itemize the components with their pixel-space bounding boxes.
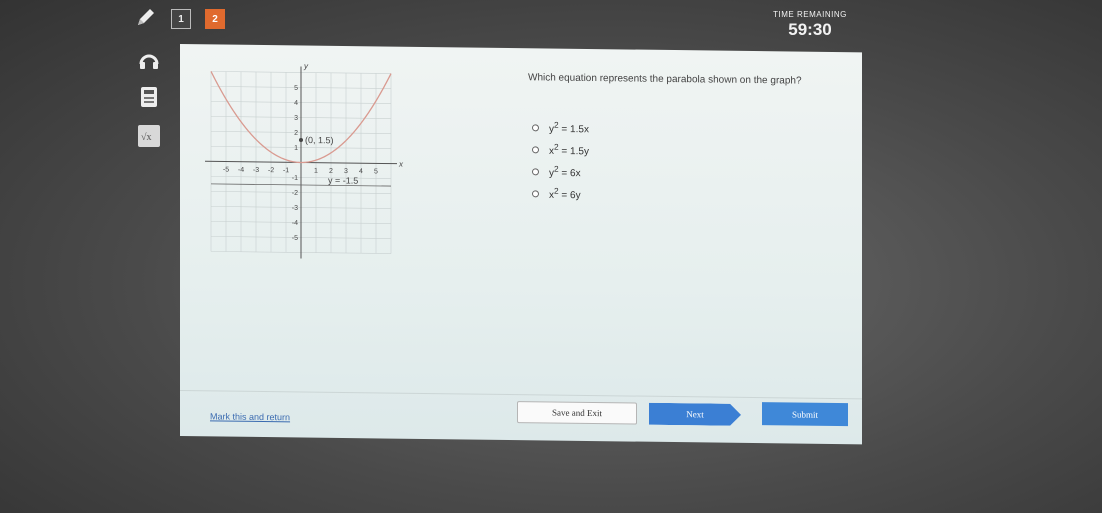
answer-options: y2 = 1.5x x2 = 1.5y y2 = 6x x2 = 6y — [532, 116, 589, 205]
answer-option-2[interactable]: x2 = 1.5y — [532, 138, 589, 161]
radio-button[interactable] — [532, 123, 539, 131]
calculator-icon[interactable] — [139, 86, 159, 108]
x-tick-label: -3 — [253, 167, 259, 174]
radio-button[interactable] — [532, 167, 539, 175]
x-axis-label: x — [398, 160, 404, 169]
x-tick-label: 3 — [344, 168, 348, 175]
top-toolbar: 1 2 — [135, 4, 225, 34]
y-tick-label: 4 — [294, 100, 298, 107]
y-tick-label: -5 — [292, 235, 298, 242]
x-tick-label: 1 — [314, 168, 318, 175]
y-tick-label: 2 — [294, 130, 298, 137]
option-text: y2 = 1.5x — [549, 119, 589, 136]
focus-label: (0, 1.5) — [305, 135, 334, 145]
x-tick-label: -2 — [268, 167, 274, 174]
next-button[interactable]: Next — [649, 403, 741, 426]
y-tick-label: -2 — [292, 190, 298, 197]
x-tick-label: -4 — [238, 167, 244, 174]
side-toolbar: √x — [133, 50, 165, 148]
question-panel: x y -5 -4 -3 -2 -1 1 2 3 4 5 5 4 3 2 1 -1 -2 -3 -4 -5 y = -1.5… — [180, 44, 862, 445]
headphones-icon[interactable] — [138, 50, 160, 70]
pencil-icon[interactable] — [135, 6, 157, 33]
formula-icon[interactable]: √x — [137, 124, 161, 148]
radio-button[interactable] — [532, 145, 539, 153]
save-and-exit-button[interactable]: Save and Exit — [517, 401, 637, 425]
question-prompt: Which equation represents the parabola s… — [528, 72, 802, 87]
focus-point — [299, 137, 303, 142]
timer-value: 59:30 — [788, 20, 832, 39]
y-tick-label: -4 — [292, 220, 298, 227]
x-tick-label: -5 — [223, 167, 229, 174]
y-tick-label: -3 — [292, 205, 298, 212]
radio-button[interactable] — [532, 189, 539, 197]
directrix-label: y = -1.5 — [328, 175, 358, 185]
svg-text:√x: √x — [141, 132, 152, 143]
x-tick-label: 5 — [374, 168, 378, 175]
y-tick-label: 3 — [294, 115, 298, 122]
answer-option-1[interactable]: y2 = 1.5x — [532, 116, 589, 139]
option-text: x2 = 1.5y — [549, 141, 589, 158]
x-tick-label: -1 — [283, 167, 289, 174]
timer: TIME REMAINING 59:30 — [760, 10, 860, 40]
x-tick-label: 2 — [329, 168, 333, 175]
option-text: y2 = 6x — [549, 163, 581, 180]
submit-button[interactable]: Submit — [762, 402, 848, 427]
x-tick-label: 4 — [359, 168, 363, 175]
question-tab-2[interactable]: 2 — [205, 9, 225, 29]
y-tick-label: 1 — [294, 145, 298, 152]
y-tick-label: -1 — [292, 175, 298, 182]
timer-label: TIME REMAINING — [773, 10, 847, 19]
y-tick-label: 5 — [294, 85, 298, 92]
parabola-graph: x y -5 -4 -3 -2 -1 1 2 3 4 5 5 4 3 2 1 -1 -2 -3 -4 -5 y = -1.5… — [205, 62, 404, 259]
answer-option-4[interactable]: x2 = 6y — [532, 182, 589, 205]
footer-divider — [180, 390, 862, 400]
question-tab-1[interactable]: 1 — [171, 9, 191, 29]
mark-and-return-link[interactable]: Mark this and return — [210, 411, 290, 422]
answer-option-3[interactable]: y2 = 6x — [532, 160, 589, 183]
y-axis-label: y — [303, 62, 309, 71]
option-text: x2 = 6y — [549, 185, 581, 202]
